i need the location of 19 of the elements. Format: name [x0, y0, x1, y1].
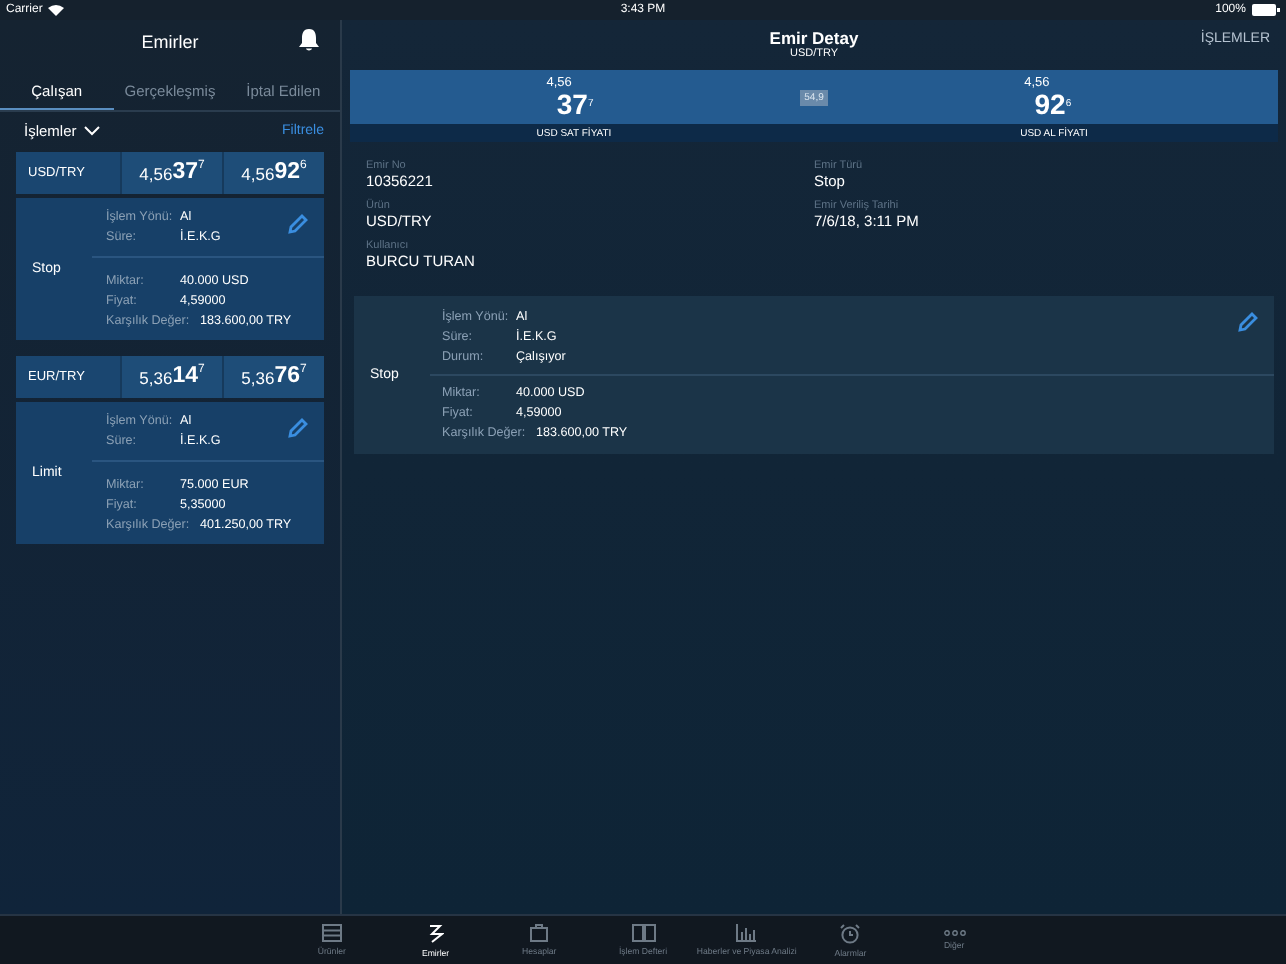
- panel-title: Emirler: [141, 32, 199, 52]
- chevron-down-icon: [84, 126, 101, 136]
- pencil-icon[interactable]: [1238, 312, 1258, 332]
- pencil-icon[interactable]: [288, 418, 308, 438]
- ask-price[interactable]: 4,5692$^{6}$: [222, 152, 324, 194]
- bid-price[interactable]: 4,5637$^{7}$: [120, 152, 222, 194]
- list-icon: [321, 924, 342, 942]
- bell-icon[interactable]: [298, 28, 320, 52]
- ask-price[interactable]: 5,3676$^{7}$: [222, 356, 324, 398]
- book-icon: [631, 924, 655, 942]
- detail-title: Emir Detay: [769, 28, 859, 48]
- alarm-clock-icon: [840, 923, 861, 943]
- battery-icon: [1251, 4, 1280, 16]
- briefcase-icon: [530, 924, 549, 942]
- pencil-icon[interactable]: [288, 214, 308, 234]
- bar-chart-icon: [736, 924, 757, 942]
- more-icon: [943, 930, 966, 936]
- bid-price[interactable]: 5,3614$^{7}$: [120, 356, 222, 398]
- wifi-icon: [48, 4, 65, 16]
